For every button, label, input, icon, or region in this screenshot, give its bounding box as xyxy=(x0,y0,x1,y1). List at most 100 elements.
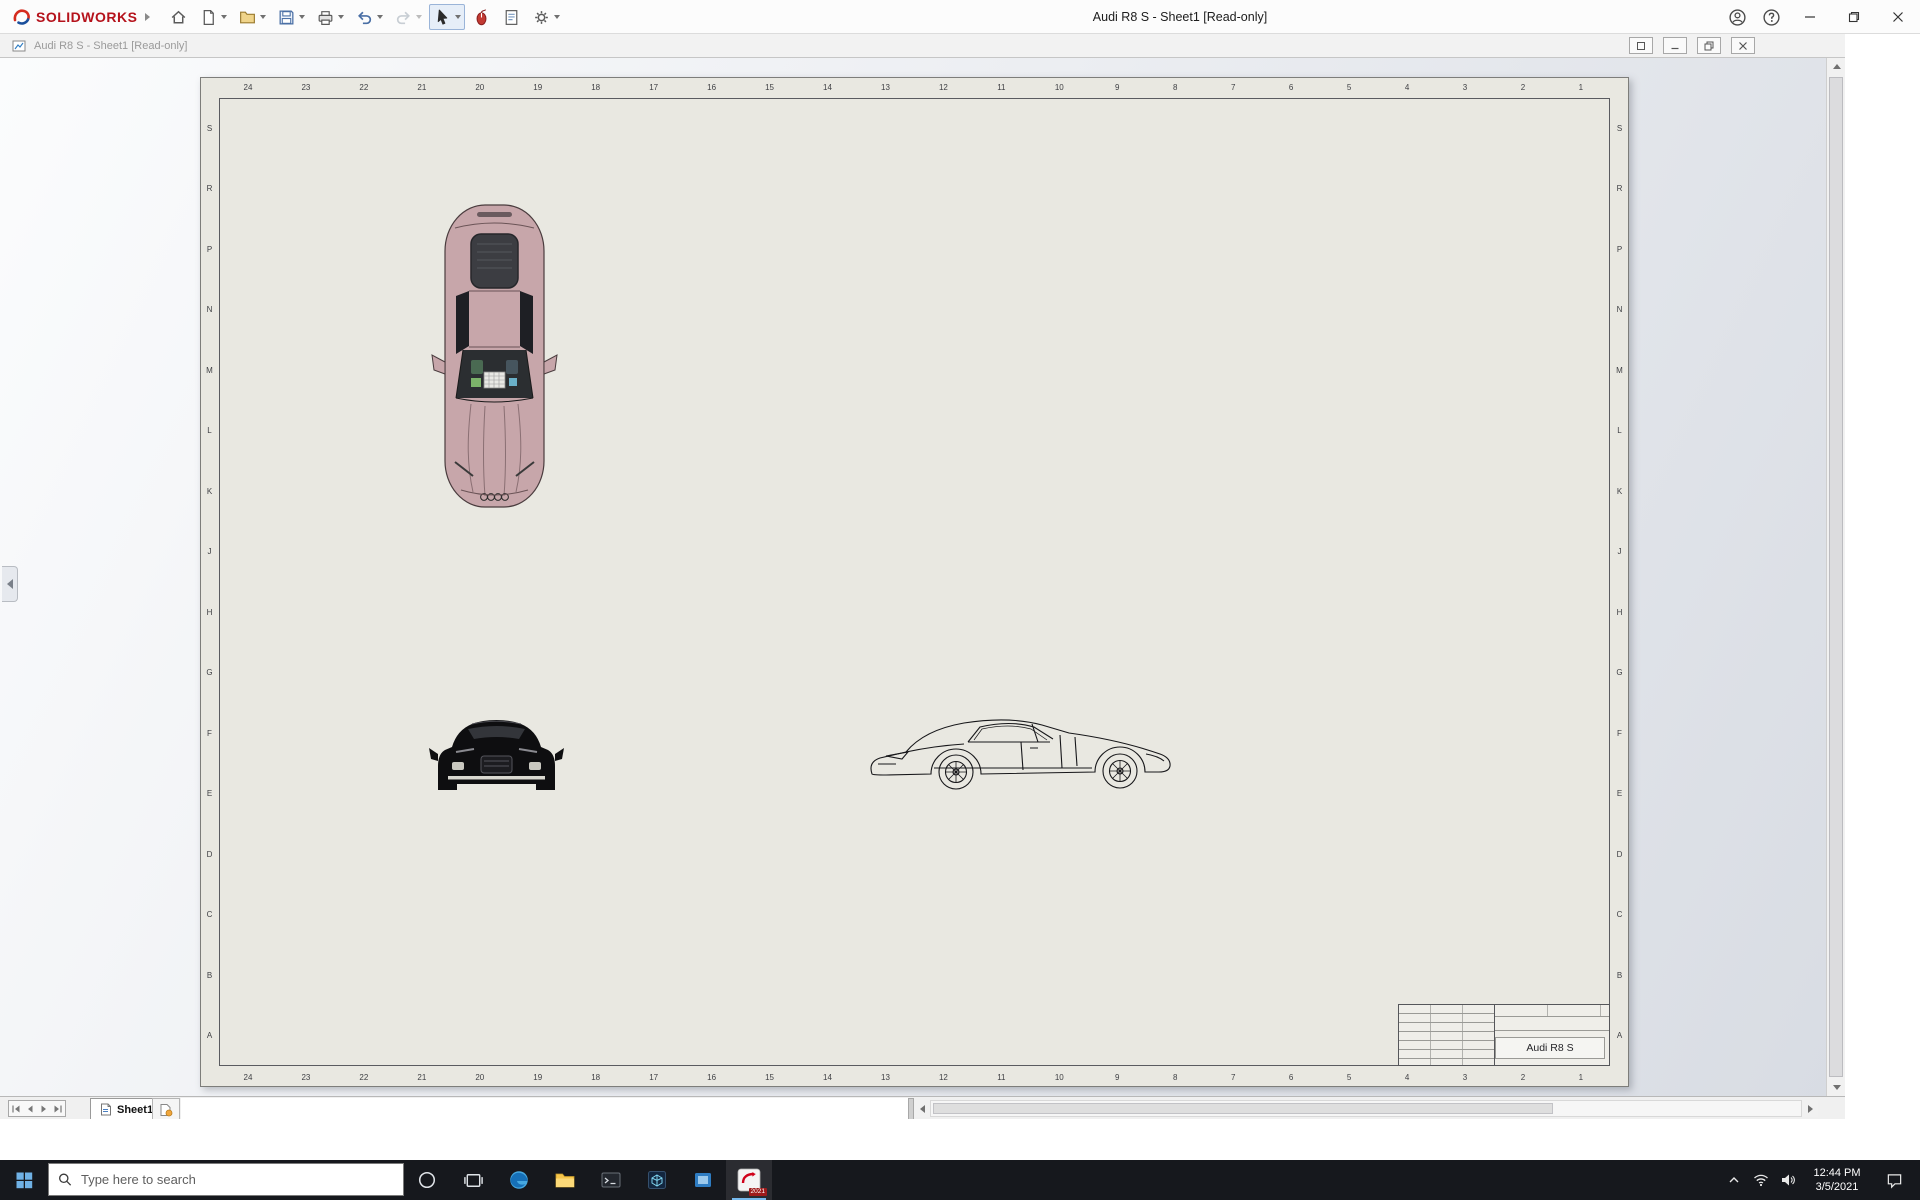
minimize-button[interactable] xyxy=(1788,0,1832,34)
taskbar-spacer xyxy=(772,1160,1720,1200)
doc-restore-button[interactable] xyxy=(1697,37,1721,54)
title-block-revision-table xyxy=(1399,1005,1495,1065)
zone-letter-label: H xyxy=(206,607,213,617)
photos-button[interactable] xyxy=(680,1160,726,1200)
file-properties-button[interactable] xyxy=(498,4,525,30)
network-button[interactable] xyxy=(1747,1160,1774,1200)
drawing-view-side[interactable] xyxy=(864,708,1176,803)
select-tool-button[interactable] xyxy=(429,4,465,30)
options-dropdown-arrow-icon[interactable] xyxy=(554,15,560,19)
zone-number-label: 7 xyxy=(1230,1073,1236,1082)
3d-viewer-button[interactable] xyxy=(634,1160,680,1200)
redo-button[interactable] xyxy=(390,4,426,30)
window-title: Audi R8 S - Sheet1 [Read-only] xyxy=(1092,10,1268,24)
edge-button[interactable] xyxy=(496,1160,542,1200)
zone-letter-label: J xyxy=(207,547,212,557)
scroll-left-button[interactable] xyxy=(914,1100,930,1117)
help-button[interactable] xyxy=(1754,0,1788,34)
solidworks-taskbar-button[interactable]: 2021 xyxy=(726,1160,772,1200)
edge-icon xyxy=(510,1171,528,1189)
search-icon xyxy=(59,1173,72,1186)
volume-icon xyxy=(1781,1174,1795,1186)
terminal-button[interactable] xyxy=(588,1160,634,1200)
select-dropdown-arrow-icon[interactable] xyxy=(455,15,461,19)
vertical-scroll-thumb[interactable] xyxy=(1829,77,1843,1077)
cortana-icon xyxy=(418,1171,436,1189)
options-button[interactable] xyxy=(528,4,564,30)
doc-close-icon xyxy=(1739,41,1747,50)
cortana-button[interactable] xyxy=(404,1160,450,1200)
mouse-gestures-button[interactable] xyxy=(468,4,495,30)
terminal-icon xyxy=(601,1172,621,1188)
undo-button[interactable] xyxy=(351,4,387,30)
solidworks-brand[interactable]: SOLIDWORKS xyxy=(10,0,151,34)
maximize-button[interactable] xyxy=(1832,0,1876,34)
taskbar-search[interactable] xyxy=(48,1163,404,1196)
new-document-button[interactable] xyxy=(195,4,231,30)
new-dropdown-arrow-icon[interactable] xyxy=(221,15,227,19)
action-center-icon xyxy=(1887,1173,1901,1189)
print-button[interactable] xyxy=(312,4,348,30)
featuremanager-collapsed-tab[interactable] xyxy=(2,566,18,602)
zone-number-label: 14 xyxy=(823,83,832,92)
solidworks-version-badge: 2021 xyxy=(748,1188,767,1196)
scroll-down-button[interactable] xyxy=(1827,1079,1846,1096)
redo-dropdown-arrow-icon[interactable] xyxy=(416,15,422,19)
save-dropdown-arrow-icon[interactable] xyxy=(299,15,305,19)
start-button[interactable] xyxy=(0,1160,48,1200)
zone-letter-label: H xyxy=(1616,607,1623,617)
print-dropdown-arrow-icon[interactable] xyxy=(338,15,344,19)
zone-letter-label: P xyxy=(1616,244,1623,254)
redo-icon xyxy=(396,11,410,24)
brand-expand-arrow-icon[interactable] xyxy=(145,13,151,21)
undo-dropdown-arrow-icon[interactable] xyxy=(377,15,383,19)
file-explorer-button[interactable] xyxy=(542,1160,588,1200)
task-view-button[interactable] xyxy=(450,1160,496,1200)
previous-sheet-button[interactable] xyxy=(23,1101,37,1116)
last-sheet-button[interactable] xyxy=(51,1101,65,1116)
doc-minimize-button[interactable] xyxy=(1663,37,1687,54)
close-button[interactable] xyxy=(1876,0,1920,34)
restore-icon xyxy=(1848,11,1860,23)
vertical-scrollbar[interactable] xyxy=(1826,58,1846,1096)
save-button[interactable] xyxy=(273,4,309,30)
graphics-area[interactable]: 24 23 22 21 20 19 18 17 16 15 14 13 12 11 10 9 8 7 6 5 4 3 2 1 … xyxy=(0,58,1845,1096)
taskbar-clock[interactable]: 12:44 PM 3/5/2021 xyxy=(1801,1166,1873,1194)
scroll-right-button[interactable] xyxy=(1802,1100,1818,1117)
drawing-view-top[interactable] xyxy=(427,200,562,512)
account-button[interactable] xyxy=(1720,0,1754,34)
horizontal-scrollbar[interactable] xyxy=(930,1100,1802,1117)
drawing-view-front[interactable] xyxy=(428,710,565,798)
doc-maximize-button[interactable] xyxy=(1629,37,1653,54)
zone-number-label: 17 xyxy=(649,1073,659,1082)
zone-number-label: 5 xyxy=(1346,83,1352,92)
first-sheet-button[interactable] xyxy=(9,1101,23,1116)
zone-number-label: 12 xyxy=(938,1073,948,1082)
network-icon xyxy=(1753,1174,1768,1187)
home-button[interactable] xyxy=(165,4,192,30)
search-input[interactable] xyxy=(80,1172,394,1187)
zone-letter-label: S xyxy=(206,123,213,133)
new-document-icon xyxy=(203,9,214,25)
sheet-tabbar: Sheet1 xyxy=(0,1096,1845,1120)
open-dropdown-arrow-icon[interactable] xyxy=(260,15,266,19)
arrow-left-icon xyxy=(919,1104,925,1113)
zone-letter-label: K xyxy=(206,486,213,496)
drawing-sheet[interactable]: 24 23 22 21 20 19 18 17 16 15 14 13 12 11 10 9 8 7 6 5 4 3 2 1 … xyxy=(200,77,1629,1087)
arrow-up-icon xyxy=(1832,64,1841,69)
next-sheet-button[interactable] xyxy=(37,1101,51,1116)
zone-letter-label: F xyxy=(1617,728,1622,738)
app-right-strip xyxy=(1845,34,1920,1160)
volume-button[interactable] xyxy=(1774,1160,1801,1200)
action-center-button[interactable] xyxy=(1873,1172,1915,1189)
zone-letter-label: K xyxy=(1616,486,1623,496)
open-button[interactable] xyxy=(234,4,270,30)
doc-close-button[interactable] xyxy=(1731,37,1755,54)
document-title: Audi R8 S - Sheet1 [Read-only] xyxy=(34,40,188,52)
horizontal-scroll-thumb[interactable] xyxy=(933,1103,1553,1114)
last-sheet-icon xyxy=(54,1105,62,1112)
hidden-icons-button[interactable] xyxy=(1720,1160,1747,1200)
zone-number-label: 22 xyxy=(359,83,369,92)
scroll-up-button[interactable] xyxy=(1827,58,1846,75)
add-sheet-button[interactable] xyxy=(152,1098,180,1120)
